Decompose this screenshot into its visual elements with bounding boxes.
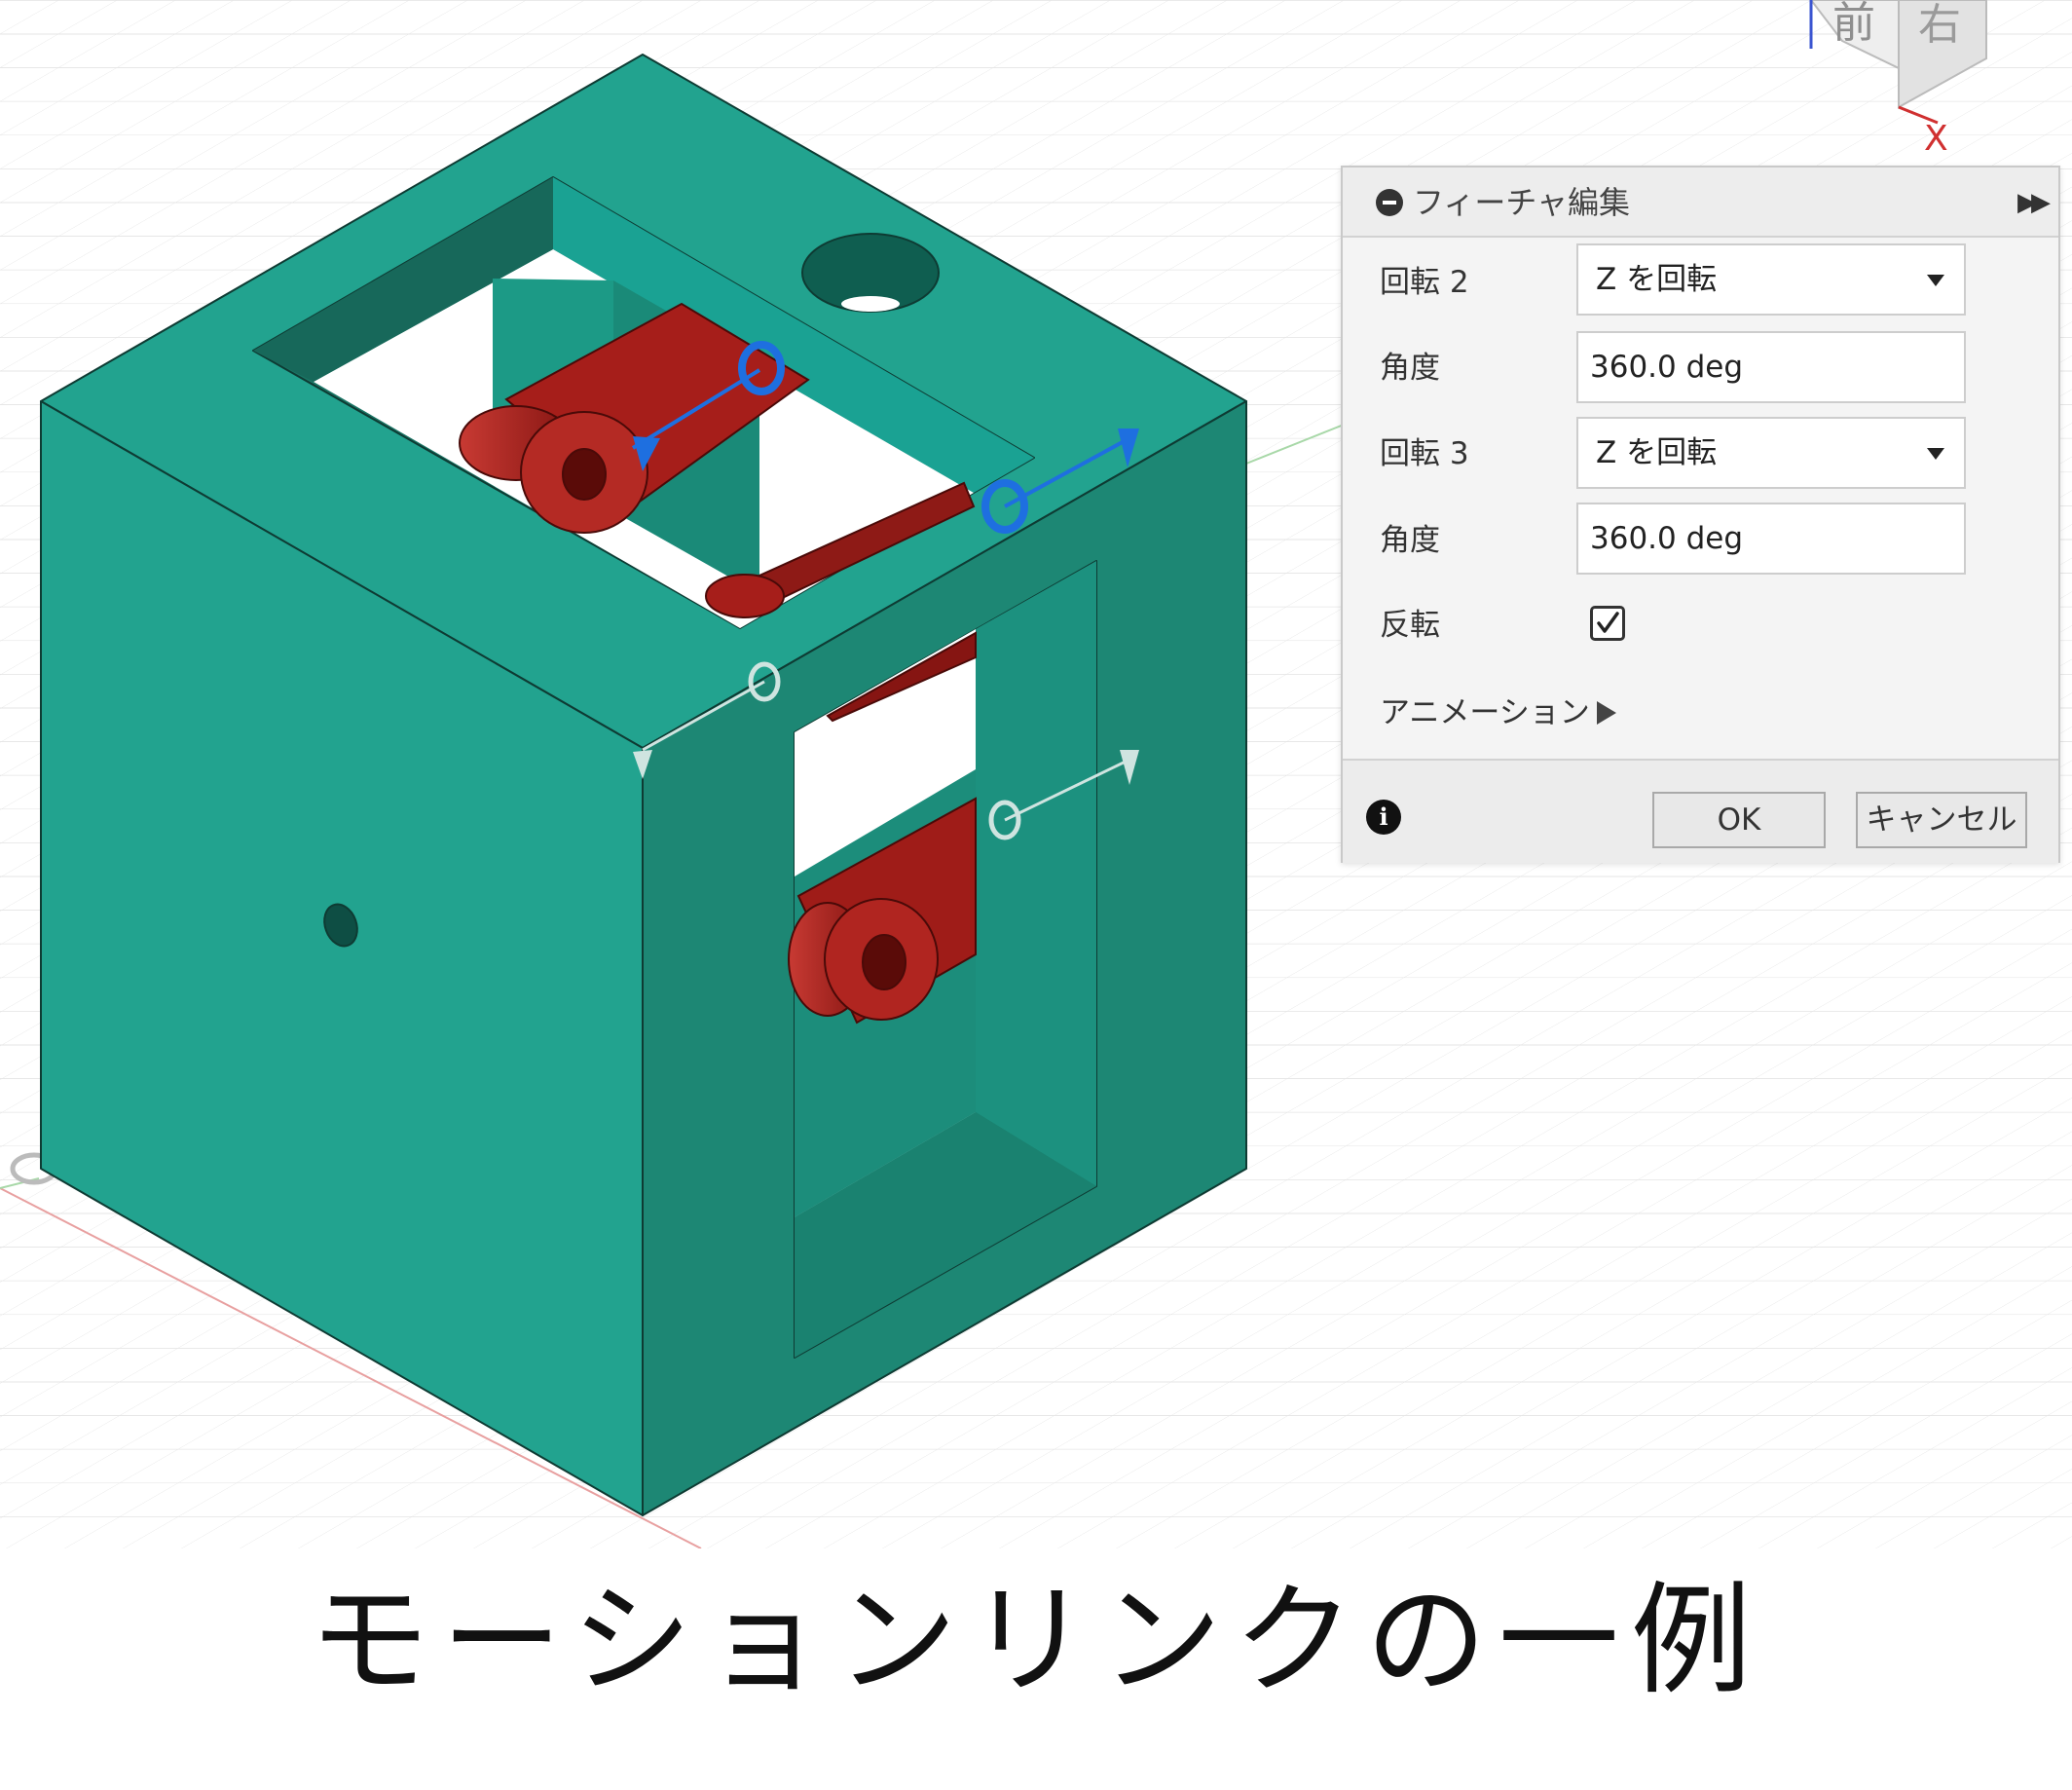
- dialog-title: フィーチャ編集: [1413, 184, 1631, 221]
- collapse-circle-minus-icon[interactable]: [1376, 189, 1403, 216]
- view-cube-front-label[interactable]: 前: [1832, 0, 1875, 48]
- dialog-footer: i OK キャンセル: [1343, 761, 2058, 863]
- flip-checkbox[interactable]: [1590, 606, 1625, 641]
- angle-2-label: 角度: [1380, 351, 1440, 386]
- 3d-viewport[interactable]: 前 右 X フィーチャ編集 ▶▶ 回転 2 Z を回転 角度 360.0 deg…: [0, 0, 2072, 1548]
- dialog-header[interactable]: フィーチャ編集 ▶▶: [1343, 168, 2058, 238]
- rotation-2-select[interactable]: Z を回転: [1576, 243, 1966, 316]
- angle-3-input[interactable]: 360.0 deg: [1576, 503, 1966, 575]
- angle-2-input[interactable]: 360.0 deg: [1576, 331, 1966, 403]
- view-cube-x-label: X: [1924, 119, 1948, 156]
- cancel-button[interactable]: キャンセル: [1856, 792, 2027, 848]
- angle-3-label: 角度: [1380, 523, 1440, 558]
- caption: モーションリンクの一例: [309, 1571, 1763, 1711]
- flip-label: 反転: [1380, 608, 1440, 643]
- double-chevron-right-icon[interactable]: ▶▶: [2017, 187, 2051, 218]
- chevron-down-icon: [1927, 275, 1944, 286]
- play-triangle-icon[interactable]: [1597, 701, 1616, 725]
- animation-label: アニメーション: [1380, 695, 1590, 730]
- edit-feature-dialog[interactable]: フィーチャ編集 ▶▶ 回転 2 Z を回転 角度 360.0 deg 回転 3 …: [1341, 166, 2060, 863]
- ok-button[interactable]: OK: [1652, 792, 1826, 848]
- view-cube-right-label[interactable]: 右: [1918, 0, 1961, 50]
- view-cube[interactable]: 前 右 X: [1792, 0, 2064, 156]
- rotation-2-label: 回転 2: [1380, 265, 1469, 300]
- checkmark-icon: [1597, 612, 1619, 633]
- rotation-2-value: Z を回転: [1596, 262, 1718, 297]
- rotation-3-label: 回転 3: [1380, 436, 1469, 471]
- rotation-3-value: Z を回転: [1596, 435, 1718, 470]
- info-icon[interactable]: i: [1366, 800, 1401, 835]
- chevron-down-icon: [1927, 448, 1944, 460]
- rotation-3-select[interactable]: Z を回転: [1576, 417, 1966, 489]
